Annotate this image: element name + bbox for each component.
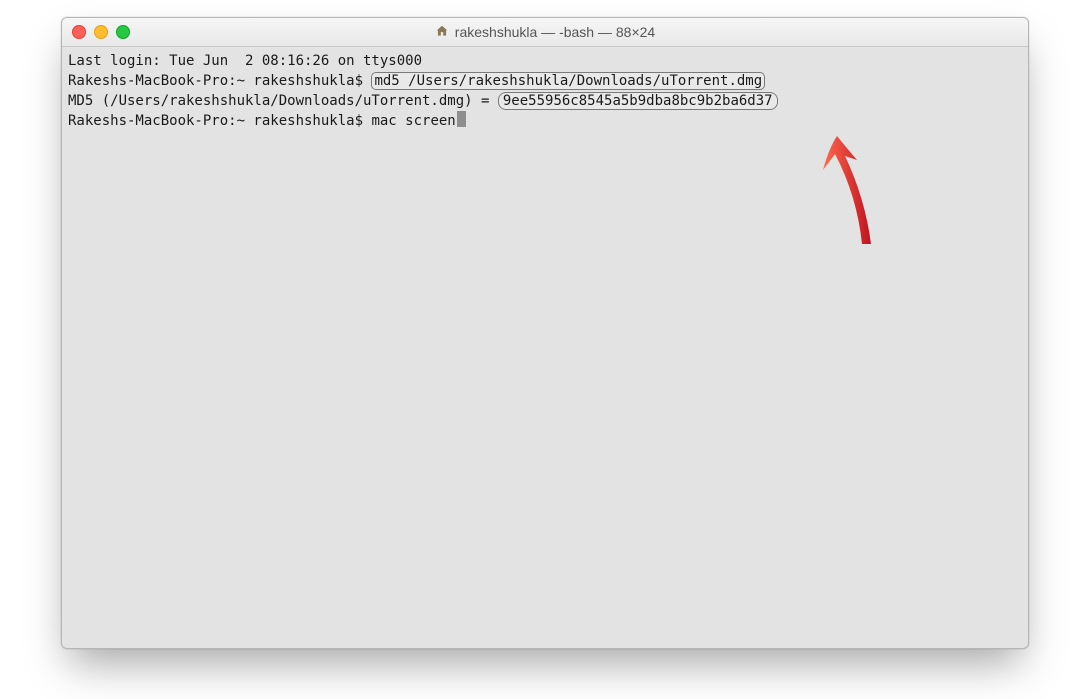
md5-command: md5 /Users/rakeshshukla/Downloads/uTorre…	[371, 72, 765, 90]
close-icon[interactable]	[72, 25, 86, 39]
prompt-2: Rakeshs-MacBook-Pro:~ rakeshshukla$	[68, 113, 371, 129]
login-line: Last login: Tue Jun 2 08:16:26 on ttys00…	[68, 53, 422, 69]
home-icon	[435, 24, 449, 41]
terminal-body[interactable]: Last login: Tue Jun 2 08:16:26 on ttys00…	[62, 47, 1028, 135]
zoom-icon[interactable]	[116, 25, 130, 39]
window-title: rakeshshukla — -bash — 88×24	[62, 24, 1028, 41]
window-title-text: rakeshshukla — -bash — 88×24	[455, 24, 655, 40]
minimize-icon[interactable]	[94, 25, 108, 39]
md5-output-prefix: MD5 (/Users/rakeshshukla/Downloads/uTorr…	[68, 93, 498, 109]
cursor-icon	[457, 111, 466, 127]
annotation-arrow-icon	[817, 136, 877, 246]
md5-hash: 9ee55956c8545a5b9dba8bc9b2ba6d37	[498, 92, 778, 110]
current-command: mac screen	[371, 113, 455, 129]
prompt-1: Rakeshs-MacBook-Pro:~ rakeshshukla$	[68, 73, 371, 89]
terminal-window: rakeshshukla — -bash — 88×24 Last login:…	[61, 17, 1029, 649]
traffic-lights	[62, 25, 130, 39]
titlebar: rakeshshukla — -bash — 88×24	[62, 18, 1028, 47]
